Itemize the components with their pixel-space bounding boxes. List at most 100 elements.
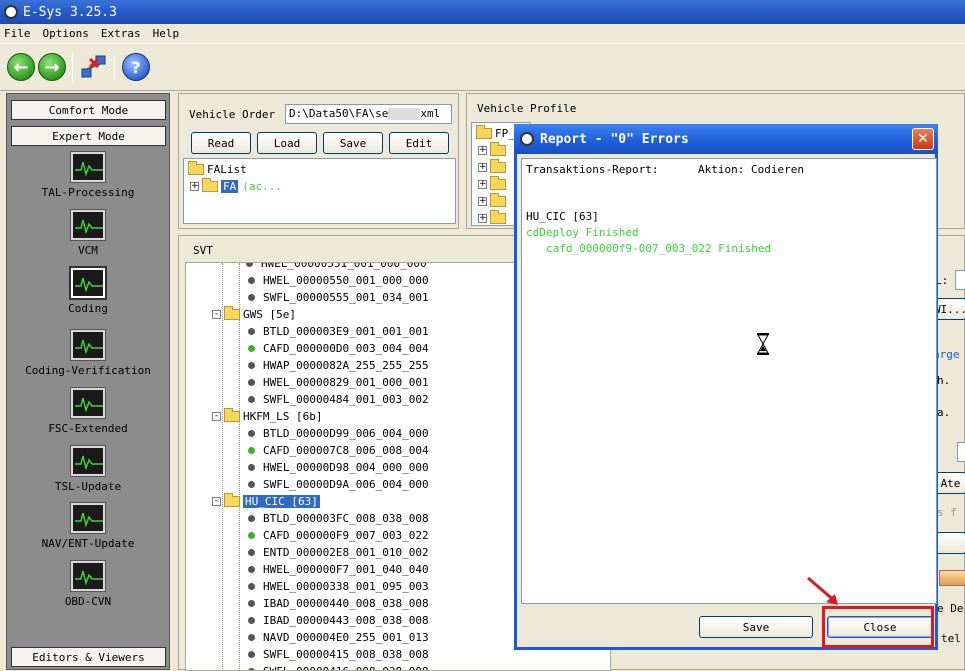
tree-item-row[interactable]: HWEL_00000D98_004_000_000 [248,459,429,476]
editors-viewers-button[interactable]: Editors & Viewers [11,647,166,667]
highlight-box [822,606,934,648]
expand-icon[interactable]: + [478,197,487,206]
menu-extras[interactable]: Extras [101,27,141,40]
folder-icon [490,142,506,156]
vehicle-order-panel: Vehicle Order D:\Data50\FA\se xml Read Lo… [178,93,459,229]
expand-icon[interactable]: + [478,163,487,172]
menu-options[interactable]: Options [43,27,89,40]
save-button[interactable]: Save [323,132,383,154]
status-dot-icon [248,532,255,539]
tree-item-row[interactable]: BTLD_00000D99_006_004_000 [248,425,429,442]
right-button[interactable]: WI... [934,298,965,320]
nav-tsl-update[interactable]: TSL-Update [7,445,169,493]
status-dot-icon [248,549,255,556]
tree-label: CAFD_000000D0_003_004_004 [263,342,429,355]
status-dot-icon [248,464,255,471]
right-button[interactable]: Ate [935,472,965,494]
tree-row[interactable]: + [478,176,509,193]
nav-fsc-extended[interactable]: FSC-Extended [7,387,169,435]
report-save-button[interactable]: Save [699,616,813,638]
tree-row-falist[interactable]: FAList [188,161,247,178]
right-field[interactable] [955,270,965,290]
nav-label: TSL-Update [54,480,122,493]
nav-tal-processing[interactable]: TAL-Processing [7,151,169,199]
collapse-icon[interactable]: - [212,310,221,319]
window-title: E-Sys 3.25.3 [23,4,117,20]
tree-item-row[interactable]: BTLD_000003FC_008_038_008 [248,510,429,527]
fa-tree[interactable]: FAList + FA (ac... [183,158,456,224]
connect-network-icon[interactable] [80,53,108,81]
tree-label: BTLD_000003E9_001_001_001 [263,325,429,338]
tree-label: CAFD_000000F9_007_003_022 [263,529,429,542]
report-content[interactable]: Transaktions-Report: Aktion: Codieren HU… [521,158,937,604]
forward-arrow-icon[interactable]: → [38,53,66,81]
right-button[interactable] [935,532,965,554]
nav-coding-verification[interactable]: Coding-Verification [7,329,169,377]
nav-vcm[interactable]: VCM [7,209,169,257]
right-label: a. [937,406,951,419]
tree-row[interactable]: + [478,193,509,210]
tree-folder-row[interactable]: - GWS [5e] [212,306,296,323]
nav-nav-ent-update[interactable]: NAV/ENT-Update [7,502,169,550]
tree-item-row[interactable]: HWEL_00000550_001_000_000 [248,272,429,289]
tree-item-row[interactable]: ENTD_000002E8_001_010_002 [248,544,429,561]
status-dot-icon [248,430,255,437]
collapse-icon[interactable]: - [212,497,221,506]
expand-icon[interactable]: + [190,182,199,191]
comfort-mode-button[interactable]: Comfort Mode [11,100,166,120]
status-dot-icon [248,515,255,522]
right-label: e De [937,602,964,615]
tree-item-row[interactable]: CAFD_000000F9_007_003_022 [248,527,429,544]
tree-row[interactable]: + [478,210,509,225]
right-field[interactable] [957,442,965,462]
tree-item-row[interactable]: HWAP_0000082A_255_255_255 [248,357,429,374]
tree-item-row[interactable]: SWFL_00000415_008_038_008 [248,646,429,663]
tree-row[interactable]: + [478,142,509,159]
read-button[interactable]: Read [191,132,251,154]
tree-item-row[interactable]: IBAD_00000443_008_038_008 [248,612,429,629]
expand-icon[interactable]: + [478,214,487,223]
collapse-icon[interactable]: - [212,412,221,421]
tree-folder-row[interactable]: - HU_CIC [63] [212,493,320,510]
status-dot-icon [248,345,255,352]
menu-file[interactable]: File [4,27,31,40]
tree-item-row[interactable]: HWEL_00000338_001_095_003 [248,578,429,595]
path-start: D:\Data50\FA\se [289,107,389,120]
tree-item-row[interactable]: NAVD_000004E0_255_001_013 [248,629,429,646]
status-dot-icon [248,396,255,403]
status-dot-icon [248,277,255,284]
tree-item-row[interactable]: IBAD_00000440_008_038_008 [248,595,429,612]
tree-row[interactable]: + [478,159,509,176]
edit-button[interactable]: Edit [389,132,449,154]
expand-icon[interactable]: + [478,146,487,155]
vehicle-order-path-field[interactable]: D:\Data50\FA\se xml [285,104,452,124]
tree-item-row[interactable]: BTLD_000003E9_001_001_001 [248,323,429,340]
status-dot-icon [248,583,255,590]
expert-mode-button[interactable]: Expert Mode [11,126,166,146]
tree-item-row[interactable]: CAFD_000007C8_006_008_004 [248,442,429,459]
help-icon[interactable]: ? [122,53,150,81]
tree-row-fa[interactable]: + FA (ac... [190,178,282,195]
right-label: s f [937,506,957,519]
app-icon [4,5,18,19]
tree-item-row[interactable]: SWFL_00000D9A_006_004_000 [248,476,429,493]
nav-obd-cvn[interactable]: OBD-CVN [7,560,169,608]
report-line-deploy: cdDeploy Finished [526,226,639,239]
tree-item-row[interactable]: HWEL_00000829_001_000_001 [248,374,429,391]
tree-label: HWEL_00000829_001_000_001 [263,376,429,389]
menu-help[interactable]: Help [153,27,180,40]
status-dot-icon [248,294,255,301]
tree-folder-row[interactable]: - HKFM_LS [6b] [212,408,322,425]
hourglass-icon [756,333,770,358]
tree-item-row[interactable]: CAFD_000000D0_003_004_004 [248,340,429,357]
nav-coding[interactable]: Coding [7,266,169,315]
load-button[interactable]: Load [257,132,317,154]
tree-item-row[interactable]: HWEL_000000F7_001_040_040 [248,561,429,578]
tree-item-row[interactable]: SWFL_00000555_001_034_001 [248,289,429,306]
expand-icon[interactable]: + [478,180,487,189]
tree-item-row[interactable]: SWFL_00000484_001_003_002 [248,391,429,408]
folder-icon [188,161,204,175]
folder-icon [490,193,506,207]
back-arrow-icon[interactable]: ← [7,53,35,81]
close-icon[interactable]: ✕ [912,128,934,150]
